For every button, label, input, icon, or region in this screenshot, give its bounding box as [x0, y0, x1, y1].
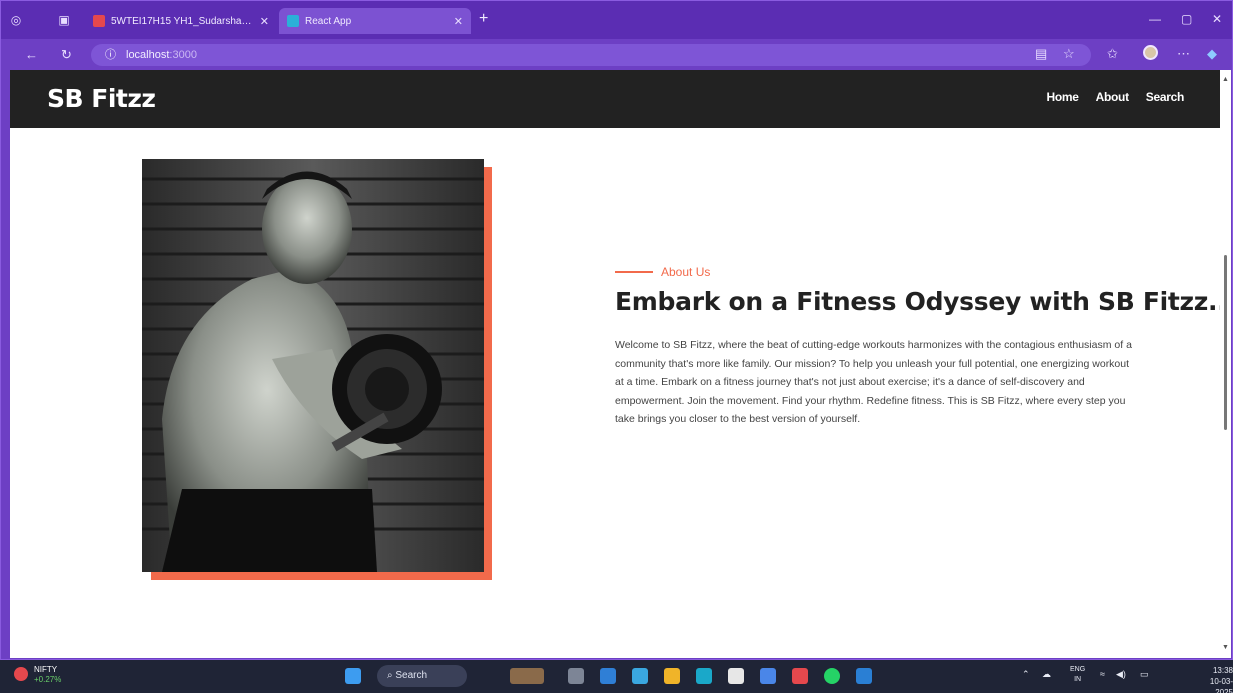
close-tab-icon[interactable]: ✕ [454, 15, 463, 28]
volume-icon[interactable]: ◀) [1116, 669, 1126, 680]
page-scrollbar[interactable]: ▲ ▼ [1220, 70, 1231, 658]
clock-date: 10-03-2025 [1209, 677, 1233, 693]
vscode-icon[interactable] [856, 668, 872, 684]
battery-icon[interactable]: ▭ [1140, 669, 1149, 680]
store-icon[interactable] [696, 668, 712, 684]
scroll-up-icon[interactable]: ▲ [1222, 76, 1229, 83]
about-kicker: About Us [615, 265, 1175, 279]
stock-widget[interactable]: NIFTY +0.27% [34, 665, 61, 685]
more-icon[interactable]: ⋯ [1177, 46, 1190, 62]
windows-taskbar: NIFTY +0.27% ⌕ Search ⌃ ☁ ENG IN ≈ ◀) ▭ … [0, 660, 1233, 693]
taskbar-search-label: Search [395, 670, 428, 681]
wifi-icon[interactable]: ≈ [1100, 669, 1105, 679]
tab-actions-icon[interactable]: ▣ [57, 13, 71, 27]
reader-view-icon[interactable]: ▤ [1035, 46, 1047, 62]
close-window-icon[interactable]: ✕ [1212, 12, 1222, 26]
close-tab-icon[interactable]: ✕ [260, 15, 269, 28]
kicker-line [615, 271, 653, 273]
site-logo[interactable]: SB Fitzz [47, 84, 156, 113]
back-icon[interactable]: ← [25, 47, 38, 62]
url-field[interactable]: ⓘ localhost:3000 [91, 44, 1091, 66]
collections-icon[interactable]: ✩ [1107, 46, 1118, 62]
web-page: SB Fitzz Home About Search About Us Emba… [10, 70, 1220, 658]
tab-bar: ◎ ▣ 5WTEI17H15 YH1_Sudarshan_I... ✕ Reac… [1, 1, 1232, 39]
stock-name: NIFTY [34, 665, 58, 674]
minimize-icon[interactable]: — [1149, 12, 1161, 26]
whatsapp-icon[interactable] [824, 668, 840, 684]
mail-icon[interactable] [760, 668, 776, 684]
widget-thumbnail-icon[interactable] [510, 668, 544, 684]
scrollbar-thumb[interactable] [1224, 255, 1227, 430]
workspaces-icon[interactable]: ◎ [9, 13, 23, 27]
stock-widget-icon[interactable] [14, 667, 28, 681]
tab-react-app[interactable]: React App ✕ [279, 8, 471, 34]
about-section: About Us Embark on a Fitness Odyssey wit… [615, 265, 1220, 429]
new-tab-icon[interactable]: + [479, 11, 488, 27]
edge-icon[interactable] [632, 668, 648, 684]
scroll-down-icon[interactable]: ▼ [1222, 644, 1229, 651]
clock[interactable]: 13:38 10-03-2025 [1196, 665, 1233, 693]
address-bar-row: ← ↻ ⓘ localhost:3000 ▤ ☆ ✩ ⋯ ◆ [1, 39, 1232, 71]
app-red-icon[interactable] [792, 668, 808, 684]
react-favicon-icon [287, 15, 299, 27]
site-info-icon[interactable]: ⓘ [105, 49, 116, 61]
nav-link-about[interactable]: About [1096, 90, 1129, 104]
app-icon[interactable] [600, 668, 616, 684]
weather-icon[interactable]: ☁ [1042, 669, 1051, 680]
tab-pdf[interactable]: 5WTEI17H15 YH1_Sudarshan_I... ✕ [85, 8, 277, 34]
stock-change: +0.27% [34, 675, 62, 684]
clock-time: 13:38 [1212, 666, 1233, 675]
about-kicker-text: About Us [661, 265, 711, 279]
nav-link-home[interactable]: Home [1046, 90, 1078, 104]
language-region: IN [1074, 676, 1082, 683]
favorite-star-icon[interactable]: ☆ [1063, 46, 1075, 62]
language-indicator[interactable]: ENG IN [1070, 665, 1085, 685]
maximize-icon[interactable]: ▢ [1181, 12, 1192, 26]
about-body: Welcome to SB Fitzz, where the beat of c… [615, 339, 1132, 425]
task-view-icon[interactable] [568, 668, 584, 684]
bodybuilder-photo [142, 159, 484, 572]
nav-link-search[interactable]: Search [1146, 90, 1185, 104]
refresh-icon[interactable]: ↻ [61, 47, 72, 63]
profile-avatar[interactable] [1143, 45, 1158, 60]
tab-title: 5WTEI17H15 YH1_Sudarshan_I... [111, 15, 254, 27]
site-nav-links: Home About Search [1046, 90, 1184, 104]
start-menu-icon[interactable] [345, 668, 361, 684]
pdf-favicon-icon [93, 15, 105, 27]
tab-title: React App [305, 15, 352, 27]
taskbar-search[interactable]: ⌕ Search [377, 665, 467, 687]
language-code: ENG [1070, 666, 1086, 673]
file-explorer-icon[interactable] [664, 668, 680, 684]
show-hidden-icon[interactable]: ⌃ [1022, 669, 1030, 680]
about-heading: Embark on a Fitness Odyssey with SB Fitz… [615, 287, 1220, 316]
url-host: localhost [126, 49, 170, 61]
calendar-icon[interactable] [728, 668, 744, 684]
copilot-icon[interactable]: ◆ [1207, 46, 1217, 62]
site-navbar: SB Fitzz Home About Search [10, 70, 1220, 128]
url-port: :3000 [169, 49, 197, 61]
